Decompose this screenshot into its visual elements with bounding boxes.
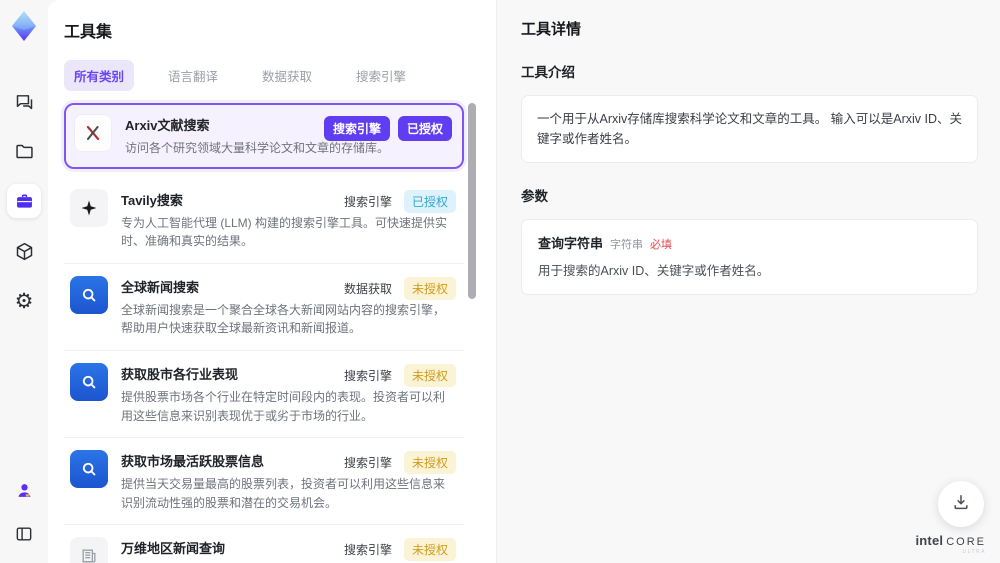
- tool-card-global-news[interactable]: 全球新闻搜索 全球新闻搜索是一个聚合全球各大新闻网站内容的搜索引擎，帮助用户快速…: [64, 264, 464, 351]
- tool-description: 提供当天交易量最高的股票列表，投资者可以利用这些信息来识别流动性强的股票和潜在的…: [121, 477, 446, 510]
- param-required-badge: 必填: [650, 239, 673, 251]
- intel-core-logo: intel core ULTRA: [915, 533, 986, 555]
- auth-status-badge: 未授权: [403, 451, 456, 475]
- sidebar-item-toolkit[interactable]: [7, 184, 41, 218]
- category-label: 搜索引擎: [343, 194, 392, 209]
- gear-icon: ⚙: [14, 288, 34, 313]
- download-button[interactable]: [938, 481, 984, 527]
- auth-status-badge: 已授权: [403, 189, 456, 213]
- newspaper-icon: [70, 537, 108, 563]
- sidebar-item-collapse[interactable]: [7, 517, 41, 551]
- page-title: 工具集: [64, 24, 113, 41]
- sidebar-item-chat[interactable]: [7, 84, 41, 118]
- folder-icon: [14, 141, 35, 162]
- tool-card-sector-performance[interactable]: 获取股市各行业表现 提供股票市场各个行业在特定时间段内的表现。投资者可以利用这些…: [64, 351, 464, 439]
- tab-data-acquisition[interactable]: 数据获取: [252, 60, 322, 91]
- tool-card-regional-news[interactable]: 万维地区新闻查询 查询具体行政区划内的新闻，快速了解各地新闻动 搜索引擎 未授权: [64, 525, 464, 563]
- core-wordmark: core: [946, 536, 986, 549]
- intro-heading: 工具介绍: [521, 65, 575, 80]
- panel-toggle-icon: [14, 524, 34, 544]
- auth-status-badge: 未授权: [403, 276, 456, 300]
- blue-search-icon: [70, 275, 108, 314]
- arxiv-icon: [74, 114, 112, 152]
- param-type: 字符串: [610, 239, 644, 251]
- tool-description: 专为人工智能代理 (LLM) 构建的搜索引擎工具。可快速提供实时、准确和真实的结…: [121, 215, 448, 249]
- auth-status-badge: 已授权: [397, 116, 452, 141]
- tool-tags: 搜索引擎 未授权: [343, 363, 456, 387]
- params-heading: 参数: [521, 189, 548, 204]
- blue-search-icon: [70, 450, 108, 489]
- category-label: 搜索引擎: [343, 368, 392, 383]
- chat-icon: [14, 91, 35, 112]
- tool-tags: 搜索引擎 已授权: [343, 189, 456, 213]
- sparkle-icon: [70, 188, 108, 227]
- tool-tags: 搜索引擎 未授权: [343, 538, 456, 562]
- sidebar-item-profile[interactable]: [7, 473, 41, 507]
- tool-description: 提供股票市场各个行业在特定时间段内的表现。投资者可以利用这些信息来识别表现优于或…: [121, 389, 446, 423]
- download-icon: [951, 492, 971, 517]
- auth-status-badge: 未授权: [403, 538, 456, 562]
- rail-bottom: [7, 473, 41, 551]
- category-label: 搜索引擎: [343, 456, 392, 471]
- left-icon-rail: ⚙: [0, 0, 48, 563]
- category-label: 数据获取: [343, 281, 392, 296]
- tool-tags: 搜索引擎 未授权: [343, 451, 456, 475]
- tool-tags: 搜索引擎 已授权: [323, 116, 452, 141]
- tab-all-categories[interactable]: 所有类别: [64, 60, 135, 91]
- detail-title: 工具详情: [521, 21, 582, 38]
- tool-description: 访问各个研究领域大量科学论文和文章的存储库。: [125, 141, 390, 155]
- app-logo[interactable]: [9, 10, 39, 42]
- param-description: 用于搜索的Arxiv ID、关键字或作者姓名。: [538, 264, 770, 278]
- brand-sub-label: ULTRA: [962, 548, 986, 555]
- category-label: 搜索引擎: [343, 543, 392, 558]
- tool-card-tavily[interactable]: Tavily搜索 专为人工智能代理 (LLM) 构建的搜索引擎工具。可快速提供实…: [64, 177, 464, 264]
- user-icon: [15, 481, 34, 500]
- sidebar-item-files[interactable]: [7, 134, 41, 168]
- param-name: 查询字符串: [538, 236, 604, 251]
- app-window: ⚙ 工具集 所有类别 语言翻译 数据获取 搜索引擎 Arxiv文献搜索 访问各个…: [0, 0, 1000, 563]
- tool-description: 全球新闻搜索是一个聚合全球各大新闻网站内容的搜索引擎，帮助用户快速获取全球最新资…: [121, 302, 446, 336]
- cube-icon: [14, 241, 35, 262]
- intro-text-box: 一个用于从Arxiv存储库搜索科学论文和文章的工具。 输入可以是Arxiv ID…: [521, 95, 978, 163]
- tool-detail-panel: 工具详情 工具介绍 一个用于从Arxiv存储库搜索科学论文和文章的工具。 输入可…: [496, 0, 1000, 563]
- category-badge: 搜索引擎: [323, 116, 390, 141]
- blue-search-icon: [70, 362, 108, 401]
- parameter-card: 查询字符串 字符串 必填 用于搜索的Arxiv ID、关键字或作者姓名。: [521, 219, 978, 295]
- intel-wordmark: intel: [915, 533, 944, 549]
- tool-card-arxiv[interactable]: Arxiv文献搜索 访问各个研究领域大量科学论文和文章的存储库。 搜索引擎 已授…: [64, 103, 464, 169]
- sidebar-item-settings[interactable]: ⚙: [7, 284, 41, 318]
- tool-list: Arxiv文献搜索 访问各个研究领域大量科学论文和文章的存储库。 搜索引擎 已授…: [64, 103, 478, 563]
- tab-search-engine[interactable]: 搜索引擎: [346, 60, 416, 91]
- toolkit-panel: 工具集 所有类别 语言翻译 数据获取 搜索引擎 Arxiv文献搜索 访问各个研究…: [48, 0, 496, 563]
- auth-status-badge: 未授权: [403, 363, 456, 387]
- scrollbar-thumb[interactable]: [468, 103, 476, 299]
- rail-nav: ⚙: [7, 84, 41, 318]
- tool-card-most-active-stocks[interactable]: 获取市场最活跃股票信息 提供当天交易量最高的股票列表，投资者可以利用这些信息来识…: [64, 438, 464, 526]
- briefcase-icon: [14, 191, 35, 212]
- tab-language-translation[interactable]: 语言翻译: [158, 60, 228, 91]
- category-tabs: 所有类别 语言翻译 数据获取 搜索引擎: [64, 60, 478, 91]
- sidebar-item-packages[interactable]: [7, 234, 41, 268]
- tool-tags: 数据获取 未授权: [343, 276, 456, 300]
